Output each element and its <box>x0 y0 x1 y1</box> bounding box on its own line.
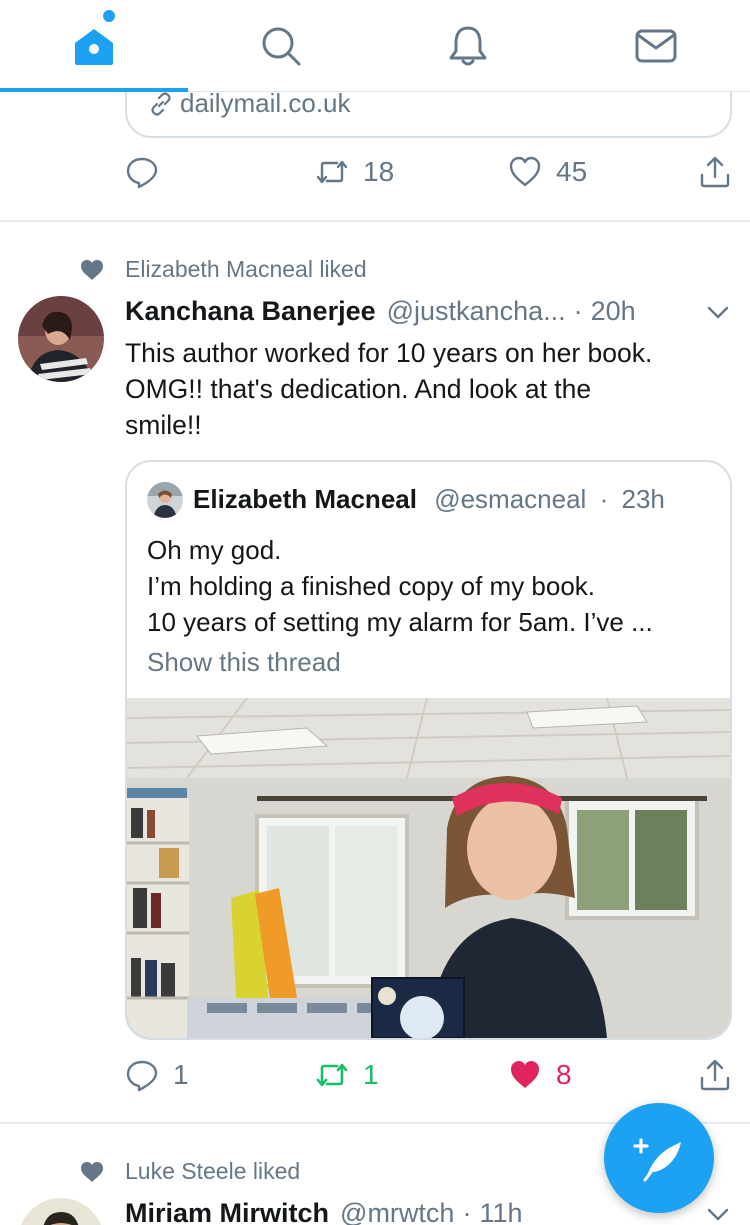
like-button[interactable]: 45 <box>508 155 587 189</box>
tweet-actions: 18 45 <box>125 155 735 195</box>
link-icon <box>151 91 171 116</box>
quoted-photo[interactable] <box>127 698 730 1038</box>
avatar[interactable] <box>18 1198 104 1225</box>
compose-tweet-button[interactable] <box>604 1103 714 1213</box>
reply-count: 1 <box>173 1059 189 1090</box>
share-icon <box>700 156 730 188</box>
quoted-tweet[interactable]: Elizabeth Macneal @esmacneal · 23h Oh my… <box>125 460 732 1040</box>
avatar[interactable] <box>18 296 104 382</box>
tweet-actions: 1 1 8 <box>125 1058 735 1098</box>
separator: · <box>462 1198 472 1225</box>
chevron-down-icon[interactable] <box>704 298 732 326</box>
reply-icon <box>126 1060 158 1092</box>
quoted-avatar-image <box>147 482 183 518</box>
reply-button[interactable] <box>125 155 173 189</box>
display-name[interactable]: Miriam Mirwitch <box>125 1198 329 1225</box>
share-button[interactable] <box>698 155 732 189</box>
user-handle[interactable]: @justkancha... <box>387 296 566 327</box>
compose-feather-icon <box>633 1138 681 1182</box>
separator: · <box>573 296 583 326</box>
mail-icon <box>635 29 676 63</box>
like-count: 8 <box>556 1059 572 1090</box>
tweet-divider <box>0 220 750 222</box>
retweet-button[interactable]: 18 <box>315 155 394 189</box>
retweet-icon <box>316 160 348 184</box>
quoted-text-line: I’m holding a finished copy of my book. <box>147 571 596 601</box>
reply-icon <box>126 157 158 189</box>
tweet-text-line: smile!! <box>125 410 202 440</box>
quoted-text-line: 10 years of setting my alarm for 5am. I’… <box>147 607 653 637</box>
quoted-user-handle: @esmacneal <box>434 484 587 514</box>
share-icon <box>700 1059 730 1091</box>
like-count: 45 <box>556 156 588 187</box>
share-button[interactable] <box>698 1058 732 1092</box>
active-tab-indicator <box>0 88 188 92</box>
quoted-header: Elizabeth Macneal @esmacneal · 23h <box>193 484 665 515</box>
quoted-display-name: Elizabeth Macneal <box>193 484 417 514</box>
quoted-timestamp: 23h <box>621 484 665 514</box>
avatar-image <box>18 296 104 382</box>
separator: · <box>599 484 609 514</box>
quoted-text-line: Oh my god. <box>147 535 282 565</box>
home-icon <box>74 29 113 65</box>
tab-home[interactable] <box>0 0 187 92</box>
bell-icon <box>449 26 486 66</box>
retweet-count: 18 <box>363 156 395 187</box>
retweet-count: 1 <box>363 1059 379 1090</box>
retweet-icon <box>316 1063 348 1087</box>
tweet-text-line: This author worked for 10 years on her b… <box>125 338 653 368</box>
tab-messages[interactable] <box>562 0 749 92</box>
heart-filled-icon <box>81 259 103 280</box>
social-context[interactable]: Elizabeth Macneal liked <box>80 256 367 283</box>
heart-filled-icon <box>511 1061 539 1088</box>
tweet-text-line: OMG!! that's dedication. And look at the <box>125 374 592 404</box>
social-context-text: Luke Steele liked <box>125 1158 301 1184</box>
top-navigation <box>0 0 750 92</box>
search-icon <box>262 27 300 66</box>
social-context-text: Elizabeth Macneal liked <box>125 256 367 282</box>
timestamp[interactable]: 20h <box>591 296 636 327</box>
display-name[interactable]: Kanchana Banerjee <box>125 296 376 327</box>
quoted-avatar <box>147 482 183 518</box>
social-context[interactable]: Luke Steele liked <box>80 1158 300 1185</box>
like-button[interactable]: 8 <box>508 1058 572 1092</box>
tab-notifications[interactable] <box>374 0 561 92</box>
link-card-domain[interactable]: dailymail.co.uk <box>148 88 351 119</box>
reply-button[interactable]: 1 <box>125 1058 189 1092</box>
chevron-down-icon[interactable] <box>704 1200 732 1225</box>
timestamp[interactable]: 11h <box>479 1198 522 1225</box>
link-domain-text: dailymail.co.uk <box>180 88 351 118</box>
heart-filled-icon <box>81 1161 103 1182</box>
tweet-text: This author worked for 10 years on her b… <box>125 335 725 443</box>
heart-icon <box>509 156 541 187</box>
tab-search[interactable] <box>187 0 374 92</box>
tweet-header: Kanchana Banerjee @justkancha... · 20h <box>125 296 725 327</box>
user-handle[interactable]: @mrwtch <box>340 1198 454 1225</box>
quoted-text: Oh my god. I’m holding a finished copy o… <box>147 532 717 640</box>
show-thread-link[interactable]: Show this thread <box>147 647 341 678</box>
home-unread-dot <box>103 10 115 22</box>
avatar-image <box>18 1198 104 1225</box>
retweet-button[interactable]: 1 <box>315 1058 379 1092</box>
